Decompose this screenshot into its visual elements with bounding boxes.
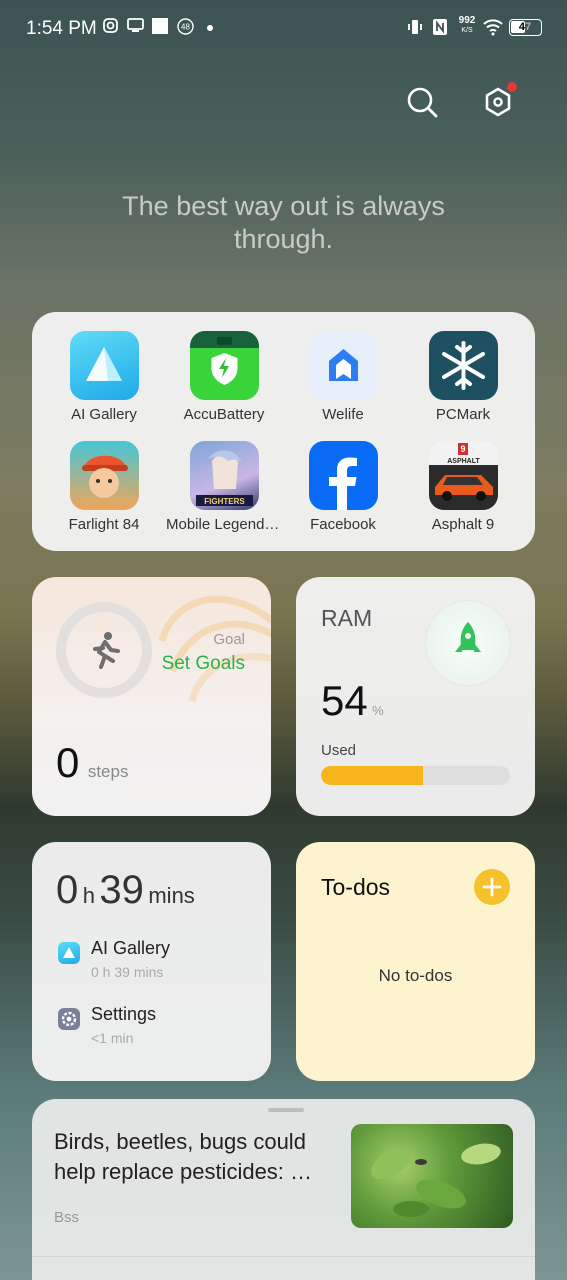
plus-icon [482,877,502,897]
settings-button[interactable] [478,82,518,122]
welife-icon [308,331,378,400]
status-bar: 1:54 PM 48 992 K/S 47 [0,0,567,58]
rocket-icon [455,622,481,652]
facebook-icon [308,441,378,510]
news-card[interactable]: Birds, beetles, bugs could help replace … [32,1099,535,1280]
ai-gallery-icon [69,331,139,400]
app-ai-gallery[interactable]: AI Gallery [44,331,164,423]
app-label: Welife [322,406,364,423]
accubattery-icon [189,331,259,400]
notification-square-icon [152,18,168,34]
goal-decoration [158,595,271,703]
app-welife[interactable]: Welife [283,331,403,423]
app-label: Asphalt 9 [431,516,495,533]
app-accubattery[interactable]: AccuBattery [164,331,284,423]
screen-share-icon [127,18,144,32]
wifi-icon [483,19,503,36]
steps-count: 0 steps [56,739,129,786]
badge-48-icon: 48 [177,18,194,35]
set-goals-link[interactable]: Set Goals [162,653,245,675]
more-notifications-dot [207,25,213,31]
svg-text:ASPHALT: ASPHALT [447,458,480,465]
battery-icon: 47 [509,19,542,36]
app-asphalt-9[interactable]: 9 ASPHALT Asphalt 9 [403,441,523,533]
news-thumbnail [351,1124,513,1228]
app-label: AI Gallery [71,406,137,423]
status-time: 1:54 PM [26,18,97,39]
steps-widget[interactable]: Goal Set Goals 0 steps [32,577,271,816]
ram-usage-fill [321,766,424,785]
svg-text:9: 9 [460,444,465,454]
svg-text:FIGHTERS: FIGHTERS [204,497,245,506]
farlight-84-icon [69,441,139,510]
todo-title: To-dos [321,874,391,900]
ram-usage-bar [321,766,510,785]
network-speed: 992 K/S [458,15,476,35]
boost-button[interactable] [426,601,510,685]
add-todo-button[interactable] [474,869,510,905]
app-label: AccuBattery [183,406,265,423]
app-mobile-legends[interactable]: FIGHTERS Mobile Legends: Bang Bang [164,441,284,533]
drag-handle[interactable] [268,1108,304,1112]
ai-gallery-icon [58,942,80,964]
ram-used-label: Used [321,742,357,759]
app-pcmark[interactable]: PCMark [403,331,523,423]
app-label: PCMark [435,406,491,423]
ram-usage-value: 54 % [321,677,384,724]
app-label: Mobile Legends: Bang Bang [166,516,284,533]
news-headline: Birds, beetles, bugs could help replace … [54,1129,313,1184]
app-label: Facebook [310,516,376,533]
mobile-legends-icon: FIGHTERS [189,441,259,510]
nfc-icon [433,19,447,35]
ram-widget[interactable]: RAM 54 % Used [296,577,535,816]
app-farlight-84[interactable]: Farlight 84 [44,441,164,533]
instagram-icon [103,18,118,33]
leaves-image [371,1143,501,1217]
screen-time-total: 0 h 39 mins [56,868,195,912]
vibrate-icon [408,20,422,34]
news-source: Bss [54,1209,80,1226]
divider [32,1256,535,1257]
pcmark-snowflake-icon [428,331,498,400]
settings-gear-icon [58,1008,80,1030]
app-label: Farlight 84 [68,516,140,533]
ram-title: RAM [321,605,373,631]
quote-text: The best way out is always through. [122,191,445,254]
goal-label: Goal [213,631,245,648]
settings-badge-dot [507,82,517,92]
running-person-icon [93,632,120,669]
apps-widget: AI Gallery AccuBattery Welife PCMark Far… [32,312,535,551]
screen-time-widget[interactable]: 0 h 39 mins AI Gallery 0 h 39 mins Setti… [32,842,271,1081]
todo-empty-text: No to-dos [378,966,453,985]
search-icon[interactable] [402,82,442,122]
svg-text:48: 48 [181,23,190,32]
todo-widget[interactable]: To-dos No to-dos [296,842,535,1081]
asphalt-9-icon: 9 ASPHALT [428,441,498,510]
app-facebook[interactable]: Facebook [283,441,403,533]
battery-level: 47 [518,21,532,33]
